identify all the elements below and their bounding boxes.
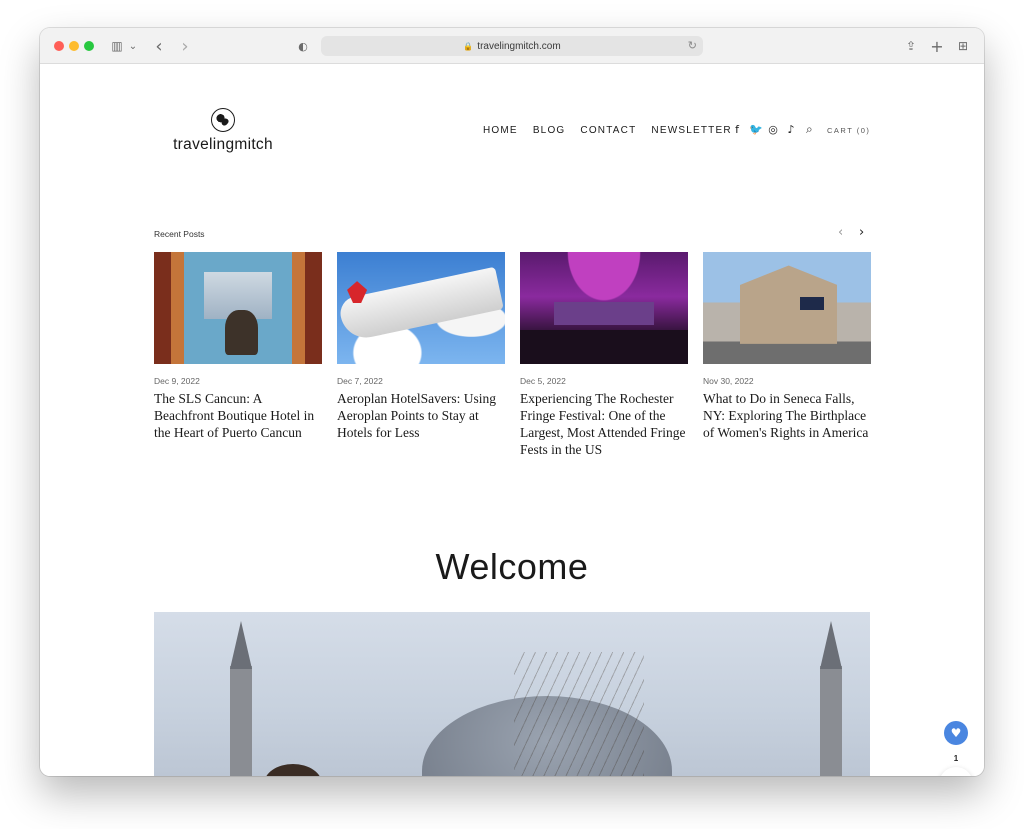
back-icon[interactable]: ‹ (152, 36, 166, 57)
post-card[interactable]: Nov 30, 2022 What to Do in Seneca Falls,… (703, 252, 871, 458)
address-bar[interactable]: 🔒 travelingmitch.com ↻ (321, 36, 703, 56)
post-date: Nov 30, 2022 (703, 376, 754, 386)
sidebar-toggle-icon[interactable]: ▥ (108, 36, 126, 56)
recent-posts-label: Recent Posts (154, 229, 205, 239)
post-card[interactable]: Dec 5, 2022 Experiencing The Rochester F… (520, 252, 688, 458)
logo-text: travelingmitch (173, 136, 273, 153)
forward-icon[interactable]: › (178, 36, 192, 57)
main-nav: HOME BLOG CONTACT NEWSLETTER (483, 125, 732, 136)
post-title[interactable]: What to Do in Seneca Falls, NY: Explorin… (703, 390, 871, 441)
minaret-right (820, 666, 842, 776)
post-thumbnail[interactable] (703, 252, 871, 364)
lock-icon: 🔒 (463, 41, 474, 51)
maximize-window-button[interactable] (84, 41, 94, 51)
facebook-icon[interactable]: f (731, 123, 743, 136)
welcome-heading: Welcome (435, 546, 589, 587)
instagram-icon[interactable]: ◎ (767, 123, 779, 136)
carousel-prev-icon[interactable]: ‹ (838, 225, 843, 240)
share-icon[interactable]: ⇪ (904, 36, 918, 56)
globe-icon (211, 108, 235, 132)
post-card[interactable]: Dec 7, 2022 Aeroplan HotelSavers: Using … (337, 252, 505, 458)
heart-icon[interactable]: ♥ (944, 721, 968, 745)
post-title[interactable]: Aeroplan HotelSavers: Using Aeroplan Poi… (337, 390, 505, 441)
twitter-icon[interactable]: 🐦 (749, 123, 763, 136)
nav-contact[interactable]: CONTACT (580, 125, 636, 136)
search-icon[interactable]: ⌕ (806, 122, 813, 137)
tiktok-icon[interactable]: ♪ (785, 123, 797, 136)
post-date: Dec 9, 2022 (154, 376, 200, 386)
person-head (264, 764, 322, 776)
heart-count: 1 (953, 754, 959, 763)
minimize-window-button[interactable] (69, 41, 79, 51)
tab-overview-icon[interactable]: ⊞ (956, 36, 970, 56)
site-logo[interactable]: travelingmitch (164, 108, 282, 154)
cart-link[interactable]: CART (0) (827, 126, 870, 135)
reload-icon[interactable]: ↻ (688, 39, 697, 52)
hero-image (154, 612, 870, 776)
post-thumbnail[interactable] (154, 252, 322, 364)
post-title[interactable]: Experiencing The Rochester Fringe Festiv… (520, 390, 688, 458)
minaret-left (230, 666, 252, 776)
privacy-shield-icon[interactable]: ◐ (296, 36, 310, 56)
nav-newsletter[interactable]: NEWSLETTER (651, 125, 731, 136)
post-date: Dec 5, 2022 (520, 376, 566, 386)
nav-home[interactable]: HOME (483, 125, 518, 136)
carousel-next-icon[interactable]: › (859, 225, 864, 240)
close-window-button[interactable] (54, 41, 64, 51)
web-page: travelingmitch HOME BLOG CONTACT NEWSLET… (40, 64, 984, 776)
post-thumbnail[interactable] (337, 252, 505, 364)
social-links: f 🐦 ◎ ♪ (731, 123, 797, 136)
new-tab-icon[interactable]: + (930, 36, 944, 56)
bare-tree (514, 652, 644, 776)
sidebar-chevron-down-icon[interactable]: ⌄ (128, 36, 138, 56)
post-thumbnail[interactable] (520, 252, 688, 364)
recent-posts-carousel: Dec 9, 2022 The SLS Cancun: A Beachfront… (154, 252, 871, 458)
nav-blog[interactable]: BLOG (533, 125, 566, 136)
post-title[interactable]: The SLS Cancun: A Beachfront Boutique Ho… (154, 390, 322, 441)
post-date: Dec 7, 2022 (337, 376, 383, 386)
share-float-icon[interactable]: ⋖ (939, 767, 973, 776)
post-card[interactable]: Dec 9, 2022 The SLS Cancun: A Beachfront… (154, 252, 322, 458)
browser-window: ▥ ⌄ ‹ › ◐ 🔒 travelingmitch.com ↻ ⇪ + ⊞ t… (40, 28, 984, 776)
browser-toolbar: ▥ ⌄ ‹ › ◐ 🔒 travelingmitch.com ↻ ⇪ + ⊞ (40, 28, 984, 64)
address-url: travelingmitch.com (477, 40, 561, 52)
